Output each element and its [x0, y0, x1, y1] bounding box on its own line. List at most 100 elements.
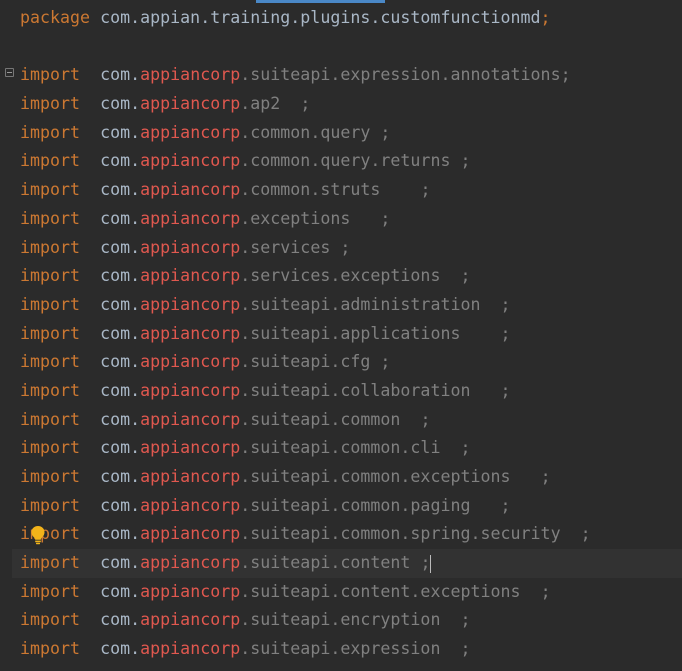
import-vendor: appiancorp — [140, 266, 241, 286]
import-prefix: com. — [100, 610, 141, 630]
import-keyword: import — [20, 524, 81, 544]
import-line[interactable]: import com.appiancorp.suiteapi.cfg ; — [20, 348, 682, 377]
import-line[interactable]: import com.appiancorp.suiteapi.common.ex… — [20, 463, 682, 492]
import-keyword: import — [20, 495, 81, 515]
import-spacing — [440, 639, 460, 658]
import-path: .common.query — [240, 122, 371, 142]
import-path: .ap2 — [240, 94, 281, 114]
import-vendor: appiancorp — [140, 495, 241, 515]
import-line[interactable]: import com.appiancorp.suiteapi.encryptio… — [20, 606, 682, 635]
import-path: .suiteapi.content — [240, 553, 411, 573]
import-spacing — [440, 610, 460, 629]
import-spacing — [370, 123, 380, 142]
import-line[interactable]: import com.appiancorp.services ; — [20, 234, 682, 263]
import-terminator: ; — [420, 409, 431, 429]
import-terminator: ; — [420, 180, 431, 200]
import-path: .suiteapi.common.spring.security — [240, 524, 561, 544]
import-spacing — [450, 151, 460, 170]
import-terminator: ; — [500, 294, 511, 314]
blank-line[interactable] — [20, 33, 682, 62]
import-terminator: ; — [540, 581, 551, 601]
import-prefix: com. — [100, 323, 141, 343]
import-spacing — [280, 94, 300, 113]
import-vendor: appiancorp — [140, 380, 241, 400]
import-line[interactable]: import com.appiancorp.common.struts ; — [20, 176, 682, 205]
import-line[interactable]: import com.appiancorp.suiteapi.expressio… — [20, 61, 682, 90]
import-line[interactable]: import com.appiancorp.services.exception… — [20, 262, 682, 291]
import-terminator: ; — [380, 352, 391, 372]
import-terminator: ; — [340, 237, 351, 257]
import-keyword: import — [20, 237, 81, 257]
import-keyword: import — [20, 581, 81, 601]
import-terminator: ; — [460, 266, 471, 286]
import-prefix: com. — [100, 380, 141, 400]
import-terminator: ; — [460, 438, 471, 458]
import-prefix: com. — [100, 266, 141, 286]
import-prefix: com. — [100, 151, 141, 171]
import-keyword: import — [20, 409, 81, 429]
import-spacing — [400, 410, 420, 429]
import-vendor: appiancorp — [140, 122, 241, 142]
import-keyword: import — [20, 122, 81, 142]
import-line[interactable]: import com.appiancorp.common.query ; — [20, 119, 682, 148]
import-keyword: import — [20, 180, 81, 200]
import-path: .suiteapi.collaboration — [240, 380, 471, 400]
import-terminator: ; — [560, 65, 571, 85]
import-prefix: com. — [100, 639, 141, 659]
import-spacing — [370, 352, 380, 371]
import-line[interactable]: import com.appiancorp.suiteapi.expressio… — [20, 635, 682, 664]
import-prefix: com. — [100, 94, 141, 114]
code-area[interactable]: package com.appian.training.plugins.cust… — [12, 4, 682, 664]
import-keyword: import — [20, 380, 81, 400]
import-spacing — [380, 180, 420, 199]
import-line[interactable]: import com.appiancorp.suiteapi.common ; — [20, 406, 682, 435]
import-spacing — [440, 438, 460, 457]
import-terminator: ; — [540, 467, 551, 486]
import-keyword: import — [20, 208, 81, 228]
import-line[interactable]: import com.appiancorp.suiteapi.common.pa… — [20, 492, 682, 521]
import-path: .suiteapi.expression — [240, 639, 441, 659]
import-line[interactable]: import com.appiancorp.suiteapi.content.e… — [20, 578, 682, 607]
import-vendor: appiancorp — [140, 180, 241, 200]
import-terminator: ; — [380, 122, 391, 142]
import-line[interactable]: import com.appiancorp.suiteapi.collabora… — [20, 377, 682, 406]
import-keyword: import — [20, 467, 81, 486]
fold-collapse-icon[interactable] — [5, 68, 14, 77]
package-declaration[interactable]: package com.appian.training.plugins.cust… — [20, 4, 682, 33]
import-spacing — [460, 324, 500, 343]
code-editor[interactable]: package com.appian.training.plugins.cust… — [0, 0, 682, 671]
import-line[interactable]: import com.appiancorp.suiteapi.administr… — [20, 291, 682, 320]
import-keyword: import — [20, 294, 81, 314]
import-line[interactable]: import com.appiancorp.suiteapi.common.cl… — [20, 434, 682, 463]
import-line[interactable]: import com.appiancorp.suiteapi.content ; — [12, 549, 682, 578]
import-line[interactable]: import com.appiancorp.suiteapi.applicati… — [20, 320, 682, 349]
import-vendor: appiancorp — [140, 323, 241, 343]
import-path: .suiteapi.applications — [240, 323, 461, 343]
import-keyword: import — [20, 553, 81, 573]
import-vendor: appiancorp — [140, 639, 241, 659]
import-path: .suiteapi.administration — [240, 294, 481, 314]
import-line[interactable]: import com.appiancorp.common.query.retur… — [20, 147, 682, 176]
import-path: .common.struts — [240, 180, 381, 200]
import-vendor: appiancorp — [140, 438, 241, 458]
import-prefix: com. — [100, 208, 141, 228]
text-caret — [430, 554, 432, 573]
package-terminator: ; — [540, 8, 551, 27]
import-prefix: com. — [100, 294, 141, 314]
import-spacing — [440, 266, 460, 285]
import-keyword: import — [20, 65, 81, 85]
import-line[interactable]: import com.appiancorp.suiteapi.common.sp… — [20, 520, 682, 549]
import-keyword: import — [20, 94, 81, 114]
import-vendor: appiancorp — [140, 208, 241, 228]
import-vendor: appiancorp — [140, 409, 241, 429]
lightbulb-icon[interactable] — [30, 525, 46, 545]
import-block[interactable]: import com.appiancorp.suiteapi.expressio… — [12, 61, 682, 664]
import-path: .suiteapi.common — [240, 409, 401, 429]
import-vendor: appiancorp — [140, 352, 241, 372]
import-spacing — [350, 209, 380, 228]
import-keyword: import — [20, 639, 81, 659]
import-spacing — [410, 553, 420, 572]
import-line[interactable]: import com.appiancorp.ap2 ; — [20, 90, 682, 119]
import-keyword: import — [20, 438, 81, 458]
import-line[interactable]: import com.appiancorp.exceptions ; — [20, 205, 682, 234]
